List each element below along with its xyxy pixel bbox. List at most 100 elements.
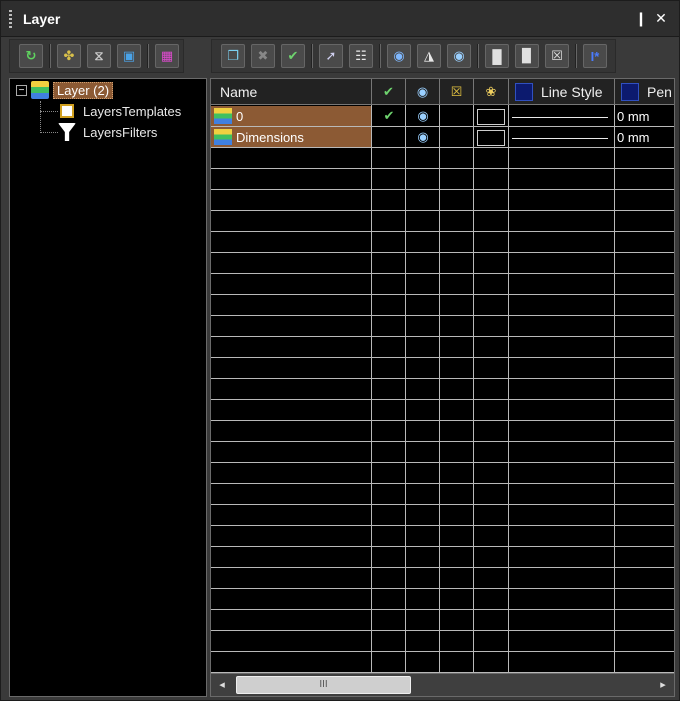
text-layer-icon[interactable]: I* bbox=[583, 44, 607, 68]
grid-row-line bbox=[211, 630, 674, 631]
layer-panel: Layer ❙ ✕ ↻ ✤ ⧖ ▣ ▦ ❐ ✖ ✔ ➚ ☷ ◉ ◮ ◉ █ ▉ ☒ I* − Layer (2… bbox=[0, 0, 680, 701]
grid-row-line bbox=[211, 315, 674, 316]
header-linestyle-label: Line Style bbox=[541, 83, 603, 100]
grid-row-line bbox=[211, 525, 674, 526]
layer-stack-icon bbox=[31, 81, 49, 99]
title-bar: Layer ❙ ✕ bbox=[1, 1, 679, 37]
grid-row-line bbox=[211, 378, 674, 379]
tree-root-label: Layer (2) bbox=[53, 81, 114, 99]
grid-row-line bbox=[211, 231, 674, 232]
grid-row-line bbox=[211, 294, 674, 295]
toolbar-separator bbox=[477, 44, 479, 68]
layer-icon bbox=[214, 129, 232, 145]
tree-root[interactable]: − Layer (2) bbox=[16, 80, 114, 100]
lock-icon[interactable]: ☒ bbox=[545, 44, 569, 68]
color-swatch[interactable] bbox=[477, 130, 505, 146]
header-pen-label: Pen bbox=[647, 83, 672, 100]
horizontal-scrollbar[interactable]: ◂ III ▸ bbox=[210, 674, 675, 697]
grid-row-line bbox=[211, 567, 674, 568]
linestyle-preview[interactable] bbox=[512, 117, 608, 118]
lock-icon: ☒ bbox=[450, 83, 463, 99]
column-header-name[interactable]: Name bbox=[211, 79, 372, 105]
grid-row-line bbox=[211, 357, 674, 358]
show-all-icon[interactable]: ◉ bbox=[387, 44, 411, 68]
column-header-color[interactable]: ❀ bbox=[474, 79, 509, 105]
grid-row-line bbox=[211, 126, 674, 127]
current-layer-check-icon[interactable] bbox=[372, 127, 406, 147]
scroll-thumb[interactable]: III bbox=[236, 676, 411, 694]
grid-row-line bbox=[211, 651, 674, 652]
grid-row-line bbox=[211, 672, 674, 673]
tree-item-label: LayersTemplates bbox=[83, 103, 182, 119]
layer-tree[interactable]: − Layer (2) LayersTemplates LayersFilter… bbox=[9, 78, 207, 697]
new-template-icon[interactable]: ✤ bbox=[57, 44, 81, 68]
layer-properties-icon[interactable]: ▣ bbox=[117, 44, 141, 68]
tree-item-filters[interactable]: LayersFilters bbox=[58, 122, 160, 142]
close-icon[interactable]: ✕ bbox=[653, 9, 669, 27]
set-current-icon[interactable]: ✔ bbox=[281, 44, 305, 68]
toolbar-separator bbox=[49, 44, 51, 68]
column-header-visible[interactable]: ◉ bbox=[406, 79, 440, 105]
pin-icon[interactable]: ❙ bbox=[633, 9, 649, 27]
new-layer-icon[interactable]: ❐ bbox=[221, 44, 245, 68]
header-name-label: Name bbox=[220, 83, 258, 100]
grid-row-line bbox=[211, 336, 674, 337]
grid-row-line bbox=[211, 504, 674, 505]
unlock-icon[interactable]: █ bbox=[485, 44, 509, 68]
grid-row-line bbox=[211, 546, 674, 547]
toolbar-separator bbox=[379, 44, 381, 68]
collapse-icon[interactable]: − bbox=[16, 84, 27, 96]
column-header-lock[interactable]: ☒ bbox=[440, 79, 474, 105]
grid-row-line bbox=[211, 147, 674, 148]
drag-grip[interactable] bbox=[9, 10, 12, 30]
layer-toolbar: ❐ ✖ ✔ ➚ ☷ ◉ ◮ ◉ █ ▉ ☒ I* bbox=[211, 39, 616, 73]
toolbar-separator bbox=[147, 44, 149, 68]
isolate-icon[interactable]: ◮ bbox=[417, 44, 441, 68]
layer-name: Dimensions bbox=[236, 129, 304, 145]
panel-title: Layer bbox=[23, 11, 61, 27]
grid-row-line bbox=[211, 441, 674, 442]
toolbar-separator bbox=[311, 44, 313, 68]
visible-eye-icon[interactable]: ◉ bbox=[406, 106, 440, 126]
layer-icon bbox=[214, 108, 232, 124]
linestyle-preview[interactable] bbox=[512, 138, 608, 139]
grid-row-line bbox=[211, 483, 674, 484]
linestyle-icon bbox=[515, 82, 533, 101]
column-header-current[interactable]: ✔ bbox=[372, 79, 406, 105]
column-header-linestyle[interactable]: Line Style bbox=[509, 79, 615, 105]
table-row-name[interactable]: 0 bbox=[211, 106, 371, 126]
filter-icon bbox=[58, 123, 76, 141]
check-icon: ✔ bbox=[383, 83, 394, 99]
palette-icon: ❀ bbox=[485, 83, 497, 99]
select-objects-icon[interactable]: ➚ bbox=[319, 44, 343, 68]
lock-partial-icon[interactable]: ▉ bbox=[515, 44, 539, 68]
visible-eye-icon[interactable]: ◉ bbox=[406, 127, 440, 147]
tree-item-templates[interactable]: LayersTemplates bbox=[58, 101, 184, 121]
current-layer-check-icon[interactable]: ✔ bbox=[372, 106, 406, 126]
pen-value[interactable]: 0 mm bbox=[616, 106, 674, 126]
scroll-right-icon[interactable]: ▸ bbox=[656, 677, 670, 693]
new-filter-icon[interactable]: ⧖ bbox=[87, 44, 111, 68]
refresh-icon[interactable]: ↻ bbox=[19, 44, 43, 68]
table-row-name[interactable]: Dimensions bbox=[211, 127, 371, 147]
grid-row-line bbox=[211, 210, 674, 211]
grid-row-line bbox=[211, 168, 674, 169]
pen-width-icon bbox=[621, 82, 639, 101]
grid-row-line bbox=[211, 462, 674, 463]
color-swatch[interactable] bbox=[477, 109, 505, 125]
templates-icon bbox=[58, 102, 76, 120]
layer-states-icon[interactable]: ▦ bbox=[155, 44, 179, 68]
scroll-left-icon[interactable]: ◂ bbox=[215, 677, 229, 693]
column-header-pen[interactable]: Pen bbox=[615, 79, 674, 105]
delete-layer-icon[interactable]: ✖ bbox=[251, 44, 275, 68]
layer-settings-icon[interactable]: ☷ bbox=[349, 44, 373, 68]
toolbar-separator bbox=[575, 44, 577, 68]
grid-row-line bbox=[211, 588, 674, 589]
layer-name: 0 bbox=[236, 108, 244, 124]
grid-row-line bbox=[211, 399, 674, 400]
pen-value[interactable]: 0 mm bbox=[616, 127, 674, 147]
grid-row-line bbox=[211, 189, 674, 190]
grid-row-line bbox=[211, 609, 674, 610]
grid-row-line bbox=[211, 420, 674, 421]
visibility-icon[interactable]: ◉ bbox=[447, 44, 471, 68]
